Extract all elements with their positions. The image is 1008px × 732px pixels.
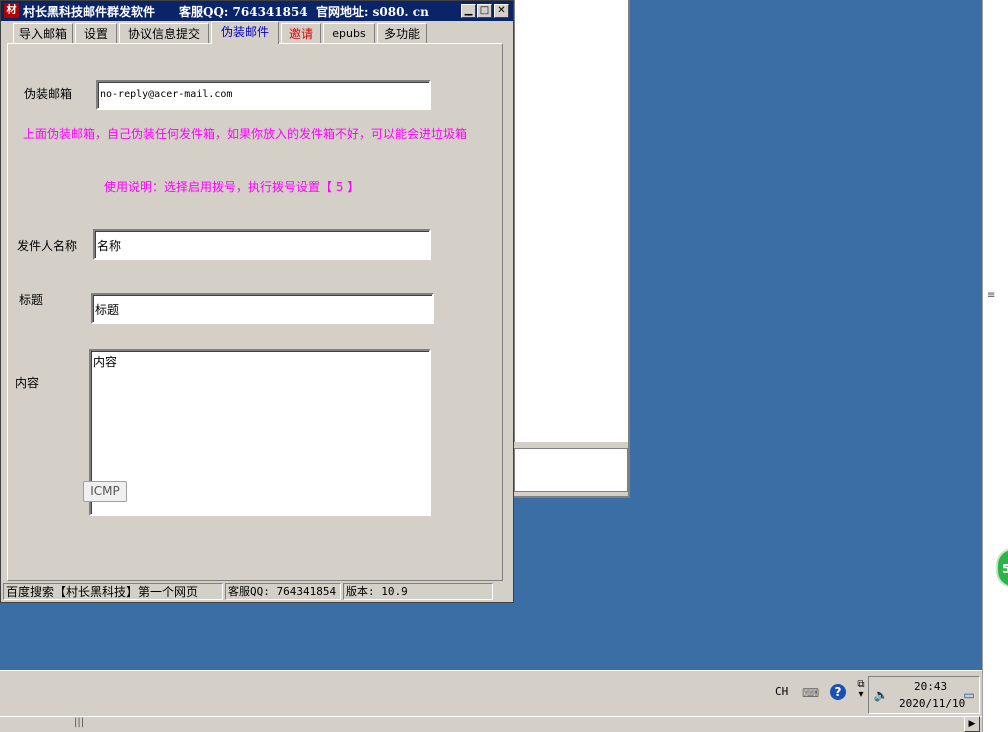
scroll-right-button[interactable]: ▶: [964, 716, 980, 732]
maximize-icon: □: [479, 5, 490, 16]
tab-import-mailbox[interactable]: 导入邮箱: [13, 23, 73, 43]
main-window: 材 村长黑科技邮件群发软件 客服QQ: 764341854 官网地址: s080…: [0, 0, 514, 603]
title-site: 官网地址: s080. cn: [316, 5, 429, 19]
background-window-footer: [514, 448, 628, 492]
fake-email-label: 伪装邮箱: [24, 87, 73, 101]
clock-date[interactable]: 2020/11/10: [899, 697, 965, 710]
content-label: 内容: [15, 376, 40, 390]
close-icon: ✕: [497, 5, 506, 16]
right-window-edge: ≡: [982, 0, 1008, 732]
horizontal-scrollbar[interactable]: |||: [0, 716, 982, 732]
usage-note: 使用说明：选择启用拨号，执行拨号设置【 5 】: [104, 180, 360, 194]
language-indicator[interactable]: CH: [775, 685, 788, 698]
subject-input[interactable]: 标题: [91, 293, 434, 324]
minimize-icon: ▁: [464, 5, 473, 16]
clock-time[interactable]: 20:43: [914, 680, 947, 693]
icmp-tooltip: ICMP: [83, 481, 127, 502]
tab-protocol-submit[interactable]: 协议信息提交: [119, 23, 209, 43]
tab-fake-mail[interactable]: 伪装邮件: [211, 21, 279, 44]
tab-multi-function[interactable]: 多功能: [377, 23, 427, 43]
help-icon[interactable]: ?: [830, 684, 846, 700]
status-version: 版本: 10.9: [343, 583, 493, 600]
system-tray: 🔈 20:43 2020/11/10 ▭: [868, 676, 980, 714]
tab-epubs[interactable]: epubs: [323, 23, 375, 43]
volume-icon[interactable]: 🔈: [873, 687, 889, 703]
title-bar[interactable]: 材 村长黑科技邮件群发软件 客服QQ: 764341854 官网地址: s080…: [1, 1, 513, 21]
scroll-grip-icon[interactable]: |||: [74, 717, 84, 728]
content-textarea[interactable]: 内容: [89, 349, 431, 516]
fake-email-input[interactable]: no-reply@acer-mail.com: [96, 80, 431, 110]
close-button[interactable]: ✕: [494, 4, 509, 18]
fake-email-note: 上面伪装邮箱，自己伪装任何发件箱，如果你放入的发件箱不好，可以能会进垃圾箱: [23, 127, 468, 141]
minimize-button[interactable]: ▁: [461, 4, 476, 18]
title-qq: 客服QQ: 764341854: [179, 5, 308, 19]
menu-arrow-icon[interactable]: ⧉ ▾: [853, 680, 869, 700]
sender-name-label: 发件人名称: [17, 239, 78, 253]
status-qq: 客服QQ: 764341854: [225, 583, 341, 600]
app-logo-icon: 材: [4, 3, 19, 18]
network-icon[interactable]: ▭: [961, 687, 977, 703]
splitter-grip-icon[interactable]: ≡: [987, 290, 995, 301]
window-title: 村长黑科技邮件群发软件: [23, 5, 156, 19]
sender-name-input[interactable]: 名称: [93, 229, 431, 260]
keyboard-icon[interactable]: ⌨: [802, 685, 819, 701]
tab-settings[interactable]: 设置: [75, 23, 117, 43]
maximize-button[interactable]: □: [477, 4, 492, 18]
background-window: [508, 0, 630, 498]
subject-label: 标题: [19, 293, 44, 307]
tab-invite[interactable]: 邀请: [281, 23, 321, 43]
arrow-right-icon: ▶: [968, 719, 976, 729]
background-window-content: [514, 0, 628, 442]
status-baidu: 百度搜索【村长黑科技】第一个网页: [3, 583, 223, 600]
